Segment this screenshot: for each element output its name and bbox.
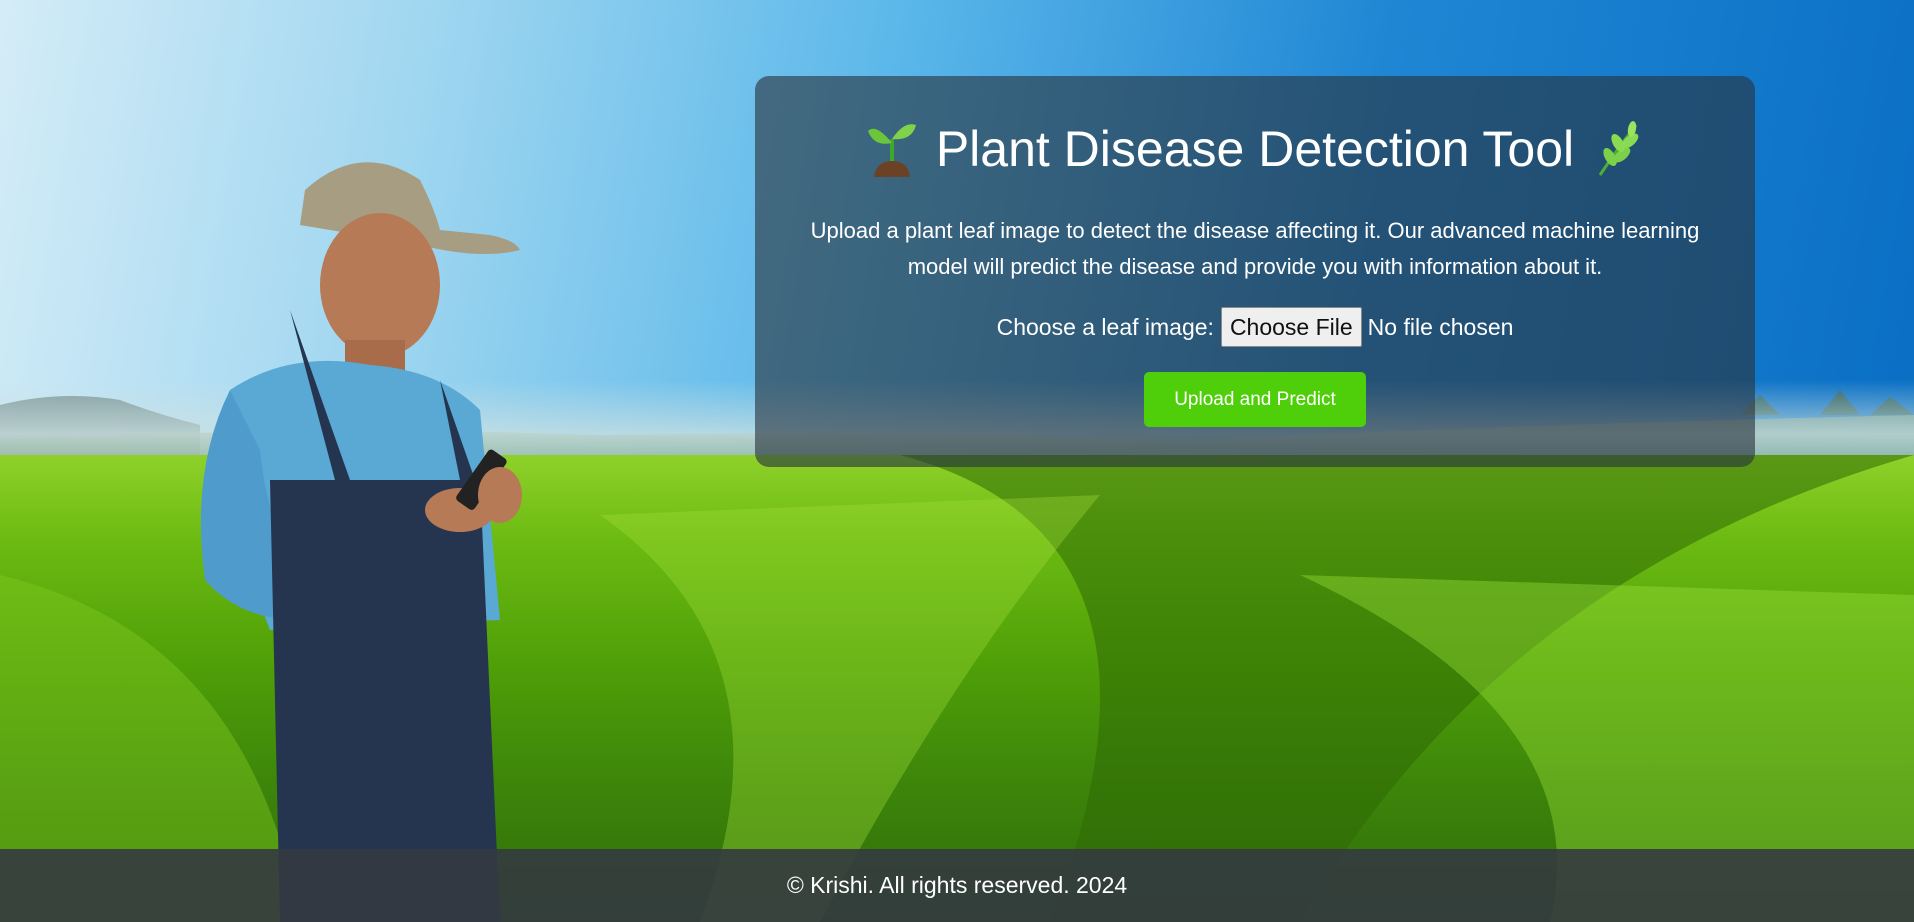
farmer-figure [200, 162, 522, 922]
description-text: Upload a plant leaf image to detect the … [810, 218, 1700, 279]
footer: © Krishi. All rights reserved. 2024 [0, 849, 1914, 922]
choose-file-button[interactable]: Choose File [1220, 307, 1362, 347]
file-upload-row: Choose a leaf image: Choose File No file… [755, 306, 1755, 348]
file-input-label: Choose a leaf image: [996, 313, 1214, 340]
page-title: Plant Disease Detection Tool [935, 121, 1575, 177]
footer-copyright: © Krishi. All rights reserved. 2024 [786, 872, 1128, 898]
seedling-icon [867, 124, 916, 177]
herb-icon [1598, 121, 1639, 176]
file-status-text: No file chosen [1367, 313, 1514, 340]
title-row: Plant Disease Detection Tool [755, 114, 1755, 184]
detection-card: Plant Disease Detection Tool Upload a pl… [755, 76, 1755, 467]
upload-and-predict-button[interactable]: Upload and Predict [1144, 372, 1366, 427]
page: Plant Disease Detection Tool Upload a pl… [0, 0, 1914, 922]
